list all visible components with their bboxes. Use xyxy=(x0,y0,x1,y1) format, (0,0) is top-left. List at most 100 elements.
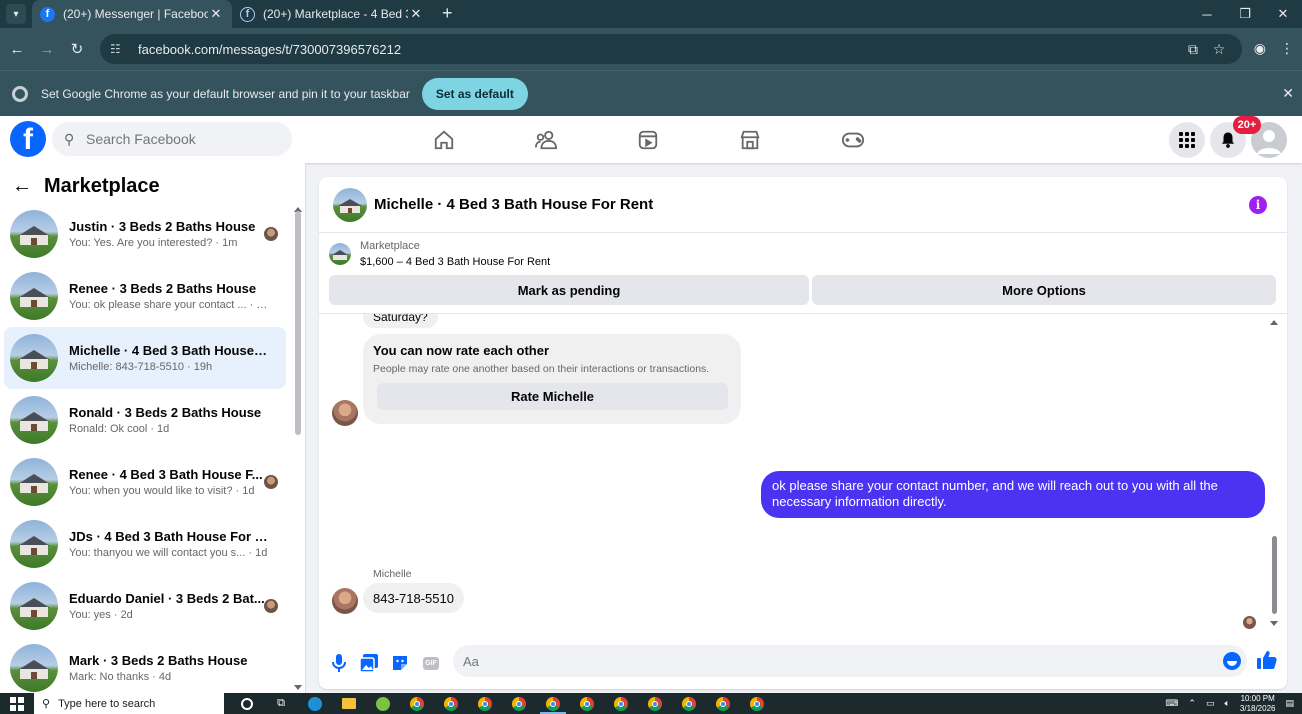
task-view-icon[interactable]: ⧉ xyxy=(268,693,294,714)
michelle-avatar[interactable] xyxy=(332,588,358,614)
address-bar[interactable]: ☷ facebook.com/messages/t/73000739657621… xyxy=(100,34,1242,64)
marketplace-title: Marketplace xyxy=(44,175,160,197)
site-info-icon[interactable]: ☷ xyxy=(110,42,128,56)
windows-start-icon[interactable] xyxy=(10,696,24,711)
menu-grid-button[interactable] xyxy=(1169,122,1205,158)
tab-messenger[interactable]: f (20+) Messenger | Facebook ✕ xyxy=(32,0,232,28)
nav-gaming[interactable] xyxy=(823,116,883,163)
back-arrow-icon[interactable]: ← xyxy=(2,41,32,58)
facebook-favicon-icon: f xyxy=(240,6,255,22)
chrome-icon[interactable] xyxy=(506,693,532,714)
conversation-name: Renee · 3 Beds 2 Baths House xyxy=(69,281,257,296)
window-controls: ─ ❐ ✕ xyxy=(1188,0,1302,28)
network-icon[interactable]: ▭ xyxy=(1206,698,1215,709)
conversation-item[interactable]: JDs · 4 Bed 3 Bath House For Rent You: th… xyxy=(4,513,286,575)
edge-icon[interactable] xyxy=(302,693,328,714)
conversation-item[interactable]: Renee · 3 Beds 2 Baths House You: ok plea… xyxy=(4,265,286,327)
marketplace-icon xyxy=(740,130,760,149)
conversation-item[interactable]: Ronald · 3 Beds 2 Baths House Ronald: Ok … xyxy=(4,389,286,451)
conversation-snippet: You: thanyou we will contact you s... · … xyxy=(69,547,268,559)
keyboard-icon[interactable]: ⌨ xyxy=(1165,698,1178,709)
more-options-button[interactable]: More Options xyxy=(812,275,1276,305)
taskbar-search[interactable]: ⚲ Type here to search xyxy=(34,693,224,714)
app-icon[interactable] xyxy=(370,693,396,714)
conversation-item[interactable]: Eduardo Daniel · 3 Beds 2 Bat... You: yes… xyxy=(4,575,286,637)
search-icon: ⚲ xyxy=(64,130,75,147)
volume-icon[interactable]: 🔈︎ xyxy=(1224,698,1229,709)
tray-chevron-icon[interactable]: ⌃ xyxy=(1188,698,1196,709)
reload-icon[interactable]: ↻ xyxy=(62,40,92,58)
message-scrollbar[interactable] xyxy=(1272,536,1277,614)
sticker-icon[interactable] xyxy=(390,653,410,673)
chrome-icon[interactable] xyxy=(472,693,498,714)
chat-title[interactable]: Michelle · 4 Bed 3 Bath House For Rent xyxy=(374,196,653,213)
tab-close-icon[interactable]: ✕ xyxy=(408,6,424,22)
window-close-icon[interactable]: ✕ xyxy=(1264,0,1302,28)
tab-search-dropdown[interactable]: ▾ xyxy=(6,4,26,24)
conversation-snippet: You: when you would like to visit? · 1d xyxy=(69,485,255,497)
chrome-menu-icon[interactable]: ⋮ xyxy=(1280,40,1294,57)
profile-icon[interactable]: ◉ xyxy=(1254,40,1266,57)
mark-as-pending-button[interactable]: Mark as pending xyxy=(329,275,809,305)
install-app-icon[interactable]: ⧉ xyxy=(1180,41,1206,58)
cortana-icon[interactable] xyxy=(234,693,260,714)
tab-marketplace[interactable]: f (20+) Marketplace - 4 Bed 3 Ba ✕ xyxy=(232,0,432,28)
chrome-icon[interactable] xyxy=(574,693,600,714)
browser-toolbar: ← → ↻ ☷ facebook.com/messages/t/73000739… xyxy=(0,28,1302,70)
listing-house-thumbnail[interactable] xyxy=(333,187,367,222)
microphone-icon[interactable] xyxy=(329,653,349,673)
forward-arrow-icon[interactable]: → xyxy=(32,41,62,58)
michelle-avatar[interactable] xyxy=(332,400,358,426)
taskbar-clock[interactable]: 10:00 PM 3/18/2026 xyxy=(1240,694,1276,714)
conversation-snippet: You: Yes. Are you interested? · 1m xyxy=(69,237,238,249)
facebook-search[interactable]: ⚲ xyxy=(52,122,292,156)
emoji-icon[interactable] xyxy=(1223,652,1241,670)
message-input[interactable] xyxy=(453,645,1247,677)
tab-close-icon[interactable]: ✕ xyxy=(208,6,224,22)
photo-icon[interactable] xyxy=(359,653,379,673)
chrome-icon[interactable] xyxy=(404,693,430,714)
file-explorer-icon[interactable] xyxy=(336,693,362,714)
chrome-icon[interactable] xyxy=(608,693,634,714)
listing-summary[interactable]: Marketplace $1,600 – 4 Bed 3 Bath House … xyxy=(329,240,550,268)
chrome-icon[interactable] xyxy=(676,693,702,714)
chrome-icon[interactable] xyxy=(540,693,566,714)
conversation-item[interactable]: Mark · 3 Beds 2 Baths House Mark: No than… xyxy=(4,637,286,693)
listing-house-thumbnail xyxy=(10,210,58,258)
infobar-close-icon[interactable]: ✕ xyxy=(1282,85,1294,102)
message-bubble-incoming: 843-718-5510 xyxy=(363,583,464,613)
facebook-logo-icon[interactable]: f xyxy=(10,121,46,157)
notification-center-icon[interactable]: ▤ xyxy=(1285,698,1294,709)
conversation-list-scrollbar[interactable] xyxy=(295,211,301,435)
infobar-message: Set Google Chrome as your default browse… xyxy=(41,86,410,101)
conversation-item-selected[interactable]: Michelle · 4 Bed 3 Bath House F... Michel… xyxy=(4,327,286,389)
nav-home[interactable] xyxy=(414,116,474,163)
back-arrow-icon[interactable]: ← xyxy=(12,175,32,198)
gif-icon[interactable]: GIF xyxy=(421,653,441,673)
chrome-icon[interactable] xyxy=(710,693,736,714)
minimize-icon[interactable]: ─ xyxy=(1188,0,1226,28)
chrome-icon[interactable] xyxy=(642,693,668,714)
nav-video[interactable] xyxy=(618,116,678,163)
conversation-name: Eduardo Daniel · 3 Beds 2 Bat... xyxy=(69,591,265,606)
set-as-default-button[interactable]: Set as default xyxy=(421,77,528,110)
restore-icon[interactable]: ❐ xyxy=(1226,0,1264,28)
conversation-snippet: You: yes · 2d xyxy=(69,609,133,621)
bell-icon xyxy=(1222,132,1234,148)
rate-michelle-button[interactable]: Rate Michelle xyxy=(377,383,728,410)
conversation-item[interactable]: Renee · 4 Bed 3 Bath House F... You: when… xyxy=(4,451,286,513)
search-input[interactable] xyxy=(86,131,276,147)
bookmark-star-icon[interactable]: ☆ xyxy=(1206,41,1232,58)
scroll-down-arrow-icon[interactable] xyxy=(1270,621,1278,626)
thumbs-up-icon[interactable] xyxy=(1257,650,1277,675)
nav-friends[interactable] xyxy=(516,116,576,163)
conversation-item[interactable]: Justin · 3 Beds 2 Baths House You: Yes. A… xyxy=(4,203,286,265)
chrome-icon[interactable] xyxy=(744,693,770,714)
scroll-down-arrow-icon[interactable] xyxy=(294,685,302,690)
scroll-up-arrow-icon[interactable] xyxy=(1270,320,1278,325)
chrome-icon[interactable] xyxy=(438,693,464,714)
nav-marketplace[interactable] xyxy=(720,116,780,163)
seen-avatar xyxy=(1243,616,1256,629)
new-tab-icon[interactable]: + xyxy=(442,3,453,24)
info-icon[interactable]: i xyxy=(1249,196,1267,214)
